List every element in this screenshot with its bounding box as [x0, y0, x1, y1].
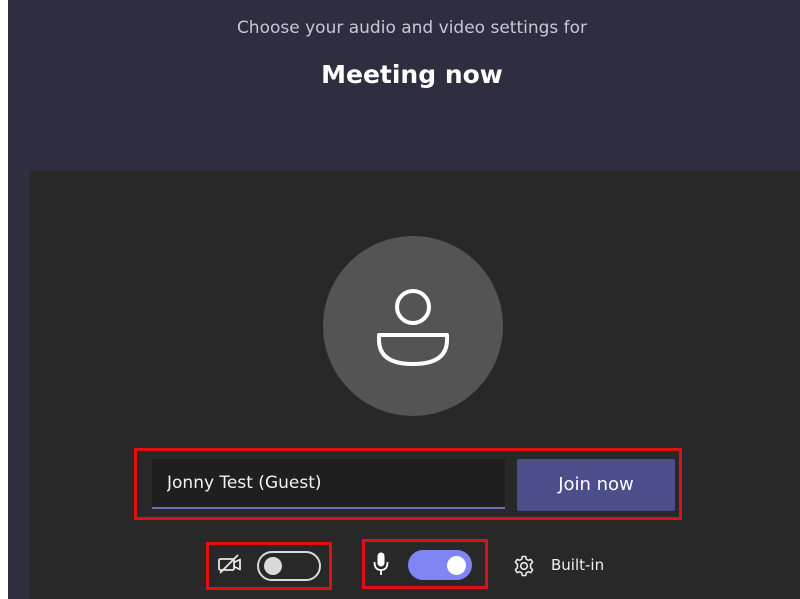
microphone-toggle-knob — [447, 556, 466, 575]
avatar — [323, 236, 503, 416]
microphone-toggle[interactable] — [408, 550, 472, 580]
camera-toggle[interactable] — [257, 551, 321, 581]
gear-icon[interactable] — [512, 554, 536, 582]
settings-subtitle: Choose your audio and video settings for — [236, 18, 588, 38]
microphone-icon[interactable] — [373, 551, 389, 581]
camera-toggle-knob — [264, 557, 282, 575]
camera-off-icon[interactable] — [217, 553, 243, 579]
join-highlight-box — [134, 448, 682, 520]
person-icon — [377, 289, 449, 366]
meeting-title: Meeting now — [321, 60, 503, 89]
device-settings-label[interactable]: Built-in — [551, 556, 604, 574]
video-preview: Join now — [30, 170, 800, 599]
